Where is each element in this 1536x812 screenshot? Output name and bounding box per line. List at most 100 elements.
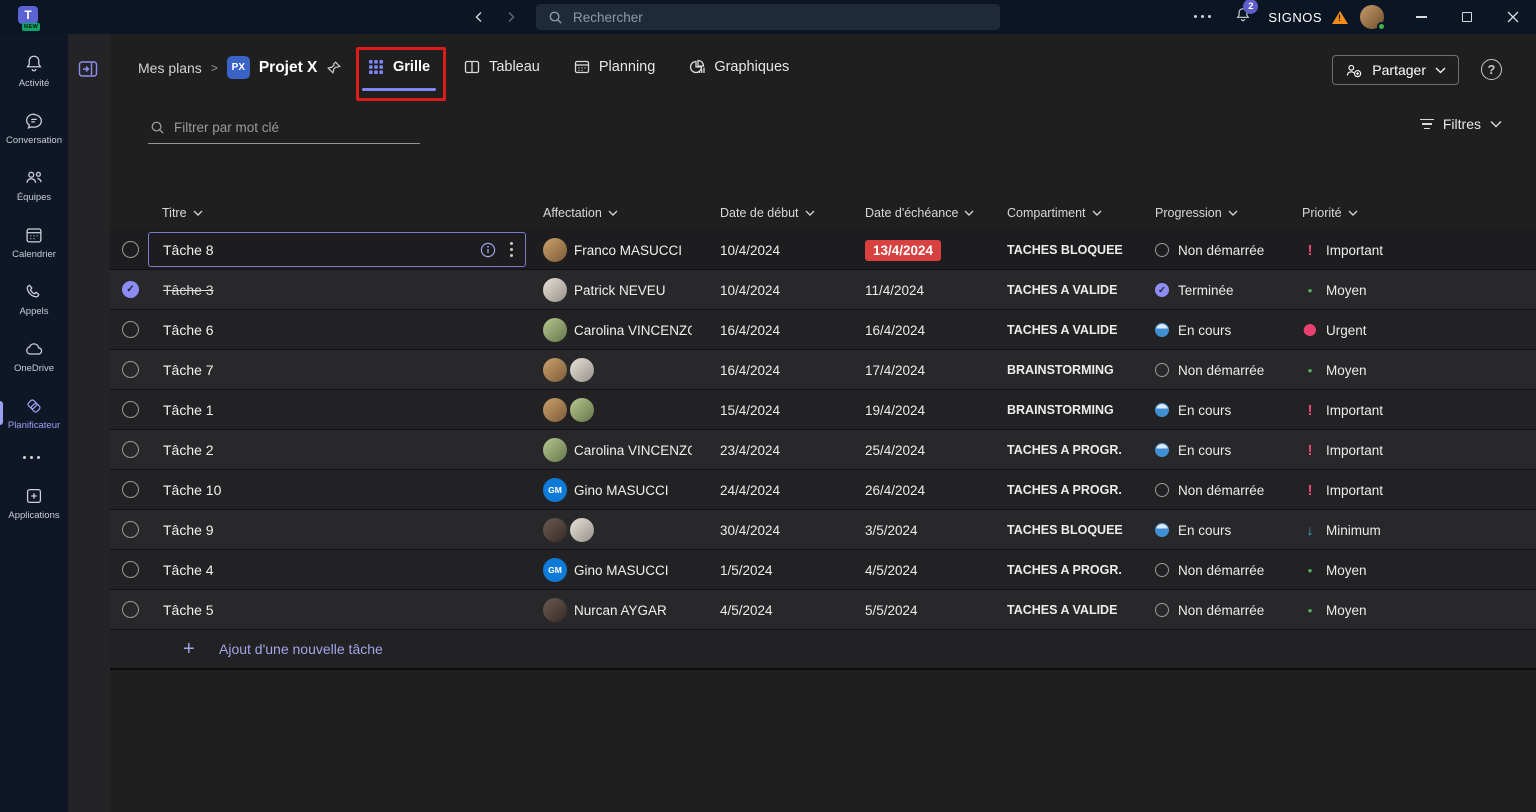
assignment-cell[interactable] (543, 390, 718, 430)
keyword-filter-input[interactable] (174, 120, 418, 135)
start-date[interactable]: 4/5/2024 (720, 590, 773, 630)
progress-cell[interactable]: Non démarrée (1155, 230, 1264, 270)
title-cell[interactable]: Tâche 10 (148, 472, 526, 507)
sidebar-item-calendar[interactable]: Calendrier (0, 217, 68, 267)
bucket-label[interactable]: TACHES A VALIDE (1007, 310, 1125, 350)
minimize-button[interactable] (1398, 0, 1444, 34)
assignment-cell[interactable]: Carolina VINCENZO (543, 430, 718, 470)
complete-checkbox[interactable] (122, 481, 139, 498)
table-row[interactable]: Tâche 7 16/4/2024 17/4/2024 BRAINSTORMIN… (110, 350, 1536, 390)
start-date[interactable]: 30/4/2024 (720, 510, 780, 550)
title-cell[interactable]: Tâche 5 (148, 592, 526, 627)
org-name[interactable]: SIGNOS (1268, 10, 1322, 25)
due-date[interactable]: 5/5/2024 (865, 603, 918, 618)
bucket-label[interactable]: TACHES BLOQUEE (1007, 230, 1125, 270)
assignment-cell[interactable]: Franco MASUCCI (543, 230, 718, 270)
assignment-cell[interactable]: Patrick NEVEU (543, 270, 718, 310)
start-date[interactable]: 10/4/2024 (720, 270, 780, 310)
title-cell[interactable]: Tâche 6 (148, 312, 526, 347)
column-header-date-debut[interactable]: Date de début (720, 196, 815, 230)
complete-checkbox[interactable] (122, 601, 139, 618)
due-date[interactable]: 3/5/2024 (865, 523, 918, 538)
complete-checkbox[interactable] (122, 241, 139, 258)
start-date[interactable]: 24/4/2024 (720, 470, 780, 510)
task-title[interactable]: Tâche 4 (149, 562, 214, 578)
sidebar-item-planner[interactable]: Planificateur (0, 388, 68, 438)
table-row[interactable]: Tâche 4 GM Gino MASUCCI 1/5/2024 4/5/202… (110, 550, 1536, 590)
pin-icon[interactable] (326, 60, 342, 76)
global-search[interactable] (536, 4, 1000, 30)
task-title[interactable]: Tâche 2 (149, 442, 214, 458)
more-menu-icon[interactable] (1194, 15, 1216, 19)
bucket-label[interactable]: TACHES A PROGR. (1007, 550, 1125, 590)
maximize-button[interactable] (1444, 0, 1490, 34)
table-row[interactable]: Tâche 2 Carolina VINCENZO 23/4/2024 25/4… (110, 430, 1536, 470)
complete-checkbox[interactable] (122, 401, 139, 418)
column-header-affectation[interactable]: Affectation (543, 196, 618, 230)
table-row[interactable]: Tâche 10 GM Gino MASUCCI 24/4/2024 26/4/… (110, 470, 1536, 510)
priority-cell[interactable]: Moyen (1302, 590, 1367, 630)
sidebar-item-calls[interactable]: Appels (0, 274, 68, 324)
bucket-label[interactable]: TACHES BLOQUEE (1007, 510, 1125, 550)
due-date[interactable]: 25/4/2024 (865, 443, 925, 458)
title-cell[interactable]: Tâche 7 (148, 352, 526, 387)
add-task-row[interactable]: + Ajout d'une nouvelle tâche (110, 630, 1536, 670)
priority-cell[interactable]: Important (1302, 470, 1383, 510)
due-date[interactable]: 16/4/2024 (865, 323, 925, 338)
column-header-progression[interactable]: Progression (1155, 196, 1238, 230)
task-title[interactable]: Tâche 10 (149, 482, 221, 498)
task-title[interactable]: Tâche 5 (149, 602, 214, 618)
sidebar-item-chat[interactable]: Conversation (0, 103, 68, 153)
bucket-label[interactable]: TACHES A PROGR. (1007, 430, 1125, 470)
complete-checkbox[interactable] (122, 281, 139, 298)
user-avatar[interactable] (1360, 5, 1384, 29)
assignment-cell[interactable] (543, 350, 718, 390)
progress-cell[interactable]: En cours (1155, 310, 1231, 350)
sidebar-item-apps[interactable]: Applications (0, 478, 68, 528)
task-title[interactable]: Tâche 1 (149, 402, 214, 418)
table-row[interactable]: Tâche 9 30/4/2024 3/5/2024 TACHES BLOQUE… (110, 510, 1536, 550)
assignment-cell[interactable] (543, 510, 718, 550)
sidebar-item-activity[interactable]: Activité (0, 46, 68, 96)
column-header-titre[interactable]: Titre (162, 196, 203, 230)
progress-cell[interactable]: Non démarrée (1155, 470, 1264, 510)
due-date[interactable]: 13/4/2024 (865, 240, 941, 261)
priority-cell[interactable]: Moyen (1302, 350, 1367, 390)
priority-cell[interactable]: Important (1302, 230, 1383, 270)
task-title[interactable]: Tâche 8 (149, 242, 214, 258)
start-date[interactable]: 1/5/2024 (720, 550, 773, 590)
due-date[interactable]: 4/5/2024 (865, 563, 918, 578)
bucket-label[interactable]: TACHES A PROGR. (1007, 470, 1125, 510)
keyword-filter[interactable] (148, 112, 420, 144)
info-icon[interactable] (480, 242, 496, 258)
breadcrumb-my-plans[interactable]: Mes plans (138, 60, 202, 76)
complete-checkbox[interactable] (122, 561, 139, 578)
title-cell[interactable]: Tâche 1 (148, 392, 526, 427)
notifications-bell[interactable]: 2 (1234, 6, 1252, 29)
column-header-compartiment[interactable]: Compartiment (1007, 196, 1102, 230)
column-header-priorite[interactable]: Priorité (1302, 196, 1358, 230)
tab-tableau[interactable]: Tableau (464, 34, 540, 100)
warning-icon[interactable] (1332, 11, 1348, 24)
expand-pane-icon[interactable] (78, 60, 98, 83)
complete-checkbox[interactable] (122, 321, 139, 338)
title-cell[interactable]: Tâche 8 (148, 232, 526, 267)
nav-back-icon[interactable] (466, 0, 492, 34)
title-cell[interactable]: Tâche 9 (148, 512, 526, 547)
title-cell[interactable]: Tâche 3 (148, 272, 526, 307)
due-date[interactable]: 17/4/2024 (865, 363, 925, 378)
progress-cell[interactable]: Non démarrée (1155, 550, 1264, 590)
priority-cell[interactable]: Urgent (1302, 310, 1367, 350)
title-cell[interactable]: Tâche 2 (148, 432, 526, 467)
sidebar-more[interactable] (0, 445, 68, 471)
assignment-cell[interactable]: GM Gino MASUCCI (543, 470, 718, 510)
progress-cell[interactable]: En cours (1155, 510, 1231, 550)
tab-grille[interactable]: Grille (368, 34, 430, 100)
table-row[interactable]: Tâche 3 Patrick NEVEU 10/4/2024 11/4/202… (110, 270, 1536, 310)
progress-cell[interactable]: Non démarrée (1155, 350, 1264, 390)
search-input[interactable] (573, 10, 988, 25)
priority-cell[interactable]: Important (1302, 430, 1383, 470)
start-date[interactable]: 15/4/2024 (720, 390, 780, 430)
progress-cell[interactable]: En cours (1155, 390, 1231, 430)
assignment-cell[interactable]: GM Gino MASUCCI (543, 550, 718, 590)
